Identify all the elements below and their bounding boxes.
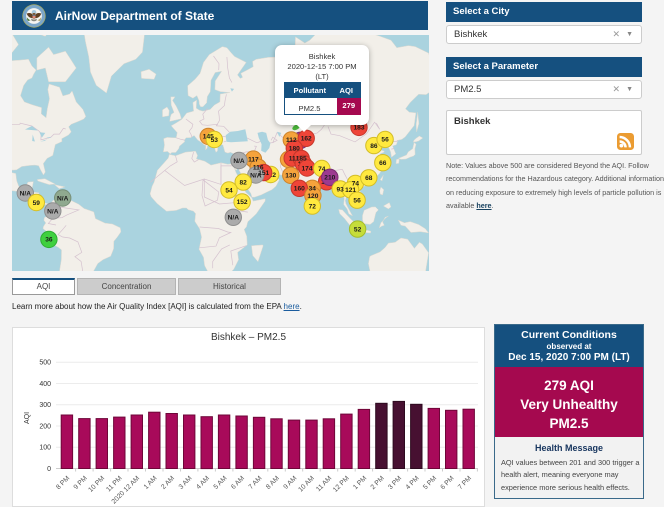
svg-text:117: 117 (248, 156, 259, 163)
svg-text:56: 56 (353, 198, 361, 205)
svg-text:N/A: N/A (57, 195, 69, 202)
svg-text:10 PM: 10 PM (87, 475, 106, 494)
svg-text:100: 100 (39, 445, 51, 452)
svg-text:N/A: N/A (228, 215, 240, 222)
svg-text:1 AM: 1 AM (143, 475, 159, 491)
svg-text:86: 86 (370, 143, 378, 150)
svg-text:121: 121 (345, 187, 356, 194)
svg-text:180: 180 (289, 146, 300, 153)
svg-text:59: 59 (33, 200, 41, 207)
svg-text:AQI: AQI (24, 412, 31, 424)
svg-text:5 PM: 5 PM (422, 475, 438, 491)
svg-text:53: 53 (211, 137, 219, 144)
svg-text:34: 34 (309, 186, 317, 193)
svg-text:183: 183 (353, 125, 364, 132)
svg-text:7 PM: 7 PM (457, 475, 473, 491)
svg-text:152: 152 (237, 199, 248, 206)
svg-text:36: 36 (45, 237, 53, 244)
svg-text:4 AM: 4 AM (195, 475, 211, 491)
svg-text:N/A: N/A (20, 190, 32, 197)
svg-text:74: 74 (318, 166, 326, 173)
svg-text:8 PM: 8 PM (55, 475, 71, 491)
svg-text:52: 52 (354, 226, 362, 233)
svg-text:2 PM: 2 PM (370, 475, 386, 491)
svg-text:0: 0 (47, 466, 51, 473)
svg-text:68: 68 (365, 175, 373, 182)
svg-text:7 AM: 7 AM (248, 475, 264, 491)
svg-text:11 AM: 11 AM (315, 475, 333, 493)
svg-text:72: 72 (309, 203, 317, 210)
svg-text:8 AM: 8 AM (265, 475, 281, 491)
svg-text:N/A: N/A (47, 208, 59, 215)
svg-text:400: 400 (39, 381, 51, 388)
svg-text:120: 120 (307, 193, 318, 200)
svg-text:112: 112 (286, 137, 297, 144)
svg-text:12 PM: 12 PM (332, 475, 351, 494)
svg-text:162: 162 (301, 136, 312, 143)
svg-text:6 PM: 6 PM (439, 475, 455, 491)
svg-text:66: 66 (379, 160, 387, 167)
svg-text:3 AM: 3 AM (178, 475, 194, 491)
svg-text:54: 54 (225, 187, 233, 194)
svg-text:210: 210 (324, 175, 335, 182)
svg-text:2 AM: 2 AM (160, 475, 176, 491)
svg-text:174: 174 (301, 165, 312, 172)
svg-text:185: 185 (296, 156, 307, 163)
svg-text:130: 130 (285, 173, 296, 180)
svg-text:82: 82 (240, 179, 248, 186)
svg-text:56: 56 (381, 137, 389, 144)
svg-text:160: 160 (294, 186, 305, 193)
svg-text:300: 300 (39, 402, 51, 409)
svg-text:500: 500 (39, 360, 51, 367)
svg-text:1 PM: 1 PM (352, 475, 368, 491)
svg-text:N/A: N/A (250, 172, 262, 179)
svg-text:93: 93 (337, 186, 345, 193)
svg-text:5 AM: 5 AM (213, 475, 229, 491)
svg-text:4 PM: 4 PM (405, 475, 421, 491)
svg-text:3 PM: 3 PM (387, 475, 403, 491)
svg-text:200: 200 (39, 423, 51, 430)
svg-text:N/A: N/A (233, 158, 245, 165)
svg-text:6 AM: 6 AM (230, 475, 246, 491)
svg-text:10 AM: 10 AM (297, 475, 316, 494)
